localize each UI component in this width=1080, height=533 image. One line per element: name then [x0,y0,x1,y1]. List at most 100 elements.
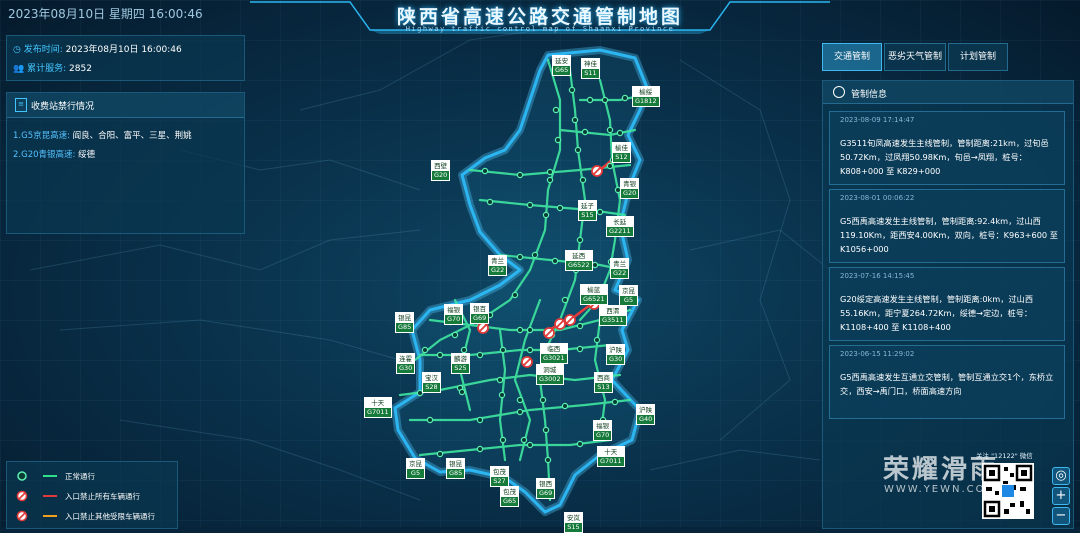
highway-node[interactable] [499,346,507,354]
highway-node[interactable] [616,129,624,137]
control-card[interactable]: 2023-06-15 11:29:02 G5西禹高速发生互通立交管制，管制互通立… [829,345,1065,419]
highway-node[interactable] [476,416,484,424]
highway-node[interactable] [486,198,494,206]
highway-sign[interactable]: 银昆 G85 [395,312,415,333]
highway-node[interactable] [421,346,429,354]
highway-sign[interactable]: 西渭 G3511 [599,305,627,326]
zoom-in-button[interactable]: + [1052,487,1070,505]
highway-sign[interactable]: 安岚 S15 [564,512,583,533]
highway-node[interactable] [511,291,519,299]
highway-node[interactable] [552,106,560,114]
highway-sign[interactable]: 十天 G7011 [364,397,392,418]
highway-sign[interactable]: 临西 G3021 [540,343,568,364]
highway-node[interactable] [574,146,582,154]
highway-node[interactable] [458,388,466,396]
highway-node[interactable] [579,176,587,184]
highway-sign[interactable]: 延安 G65 [552,55,572,76]
highway-node[interactable] [561,402,569,410]
highway-node[interactable] [593,336,601,344]
highway-node[interactable] [436,450,444,458]
highway-sign[interactable]: 连霍 G30 [396,353,416,374]
highway-node[interactable] [460,346,468,354]
highway-node[interactable] [621,94,629,102]
highway-node[interactable] [542,426,550,434]
highway-node[interactable] [526,201,534,209]
highway-sign[interactable]: 青银 G20 [620,178,640,199]
highway-sign[interactable]: 福银 G70 [593,420,613,441]
highway-node[interactable] [436,351,444,359]
highway-sign[interactable]: 长延 G2211 [606,216,634,237]
tab-traffic-control[interactable]: 交通管制 [822,43,882,71]
highway-sign[interactable]: 银昆 G85 [446,458,466,479]
highway-node[interactable] [526,346,534,354]
zoom-out-button[interactable]: − [1052,507,1070,525]
highway-node[interactable] [526,326,534,334]
highway-sign[interactable]: 神佳 S11 [581,58,600,79]
highway-node[interactable] [568,86,576,94]
highway-sign[interactable]: 榆绥 G1812 [632,86,660,107]
highway-sign[interactable]: 麟游 S25 [451,353,470,374]
highway-node[interactable] [544,456,552,464]
highway-node[interactable] [576,440,584,448]
highway-node[interactable] [539,396,547,404]
tab-weather-control[interactable]: 恶劣天气管制 [884,43,946,71]
highway-node[interactable] [516,253,524,261]
highway-node[interactable] [499,436,507,444]
highway-node[interactable] [451,331,459,339]
highway-sign[interactable]: 西商 S13 [594,372,613,393]
highway-node[interactable] [516,326,524,334]
highway-node[interactable] [496,376,504,384]
highway-sign[interactable]: 银西 G69 [536,478,556,499]
highway-node[interactable] [520,436,528,444]
tab-planned-control[interactable]: 计划管制 [948,43,1008,71]
highway-node[interactable] [476,351,484,359]
highway-node[interactable] [606,162,614,170]
highway-sign[interactable]: 青兰 G22 [488,255,508,276]
highway-sign[interactable]: 京昆 G5 [406,458,425,479]
highway-sign[interactable]: 银百 G69 [470,303,490,324]
highway-sign[interactable]: 沪陕 G30 [606,344,626,365]
highway-node[interactable] [596,208,604,216]
highway-sign[interactable]: 延子 S15 [578,200,597,221]
highway-node[interactable] [581,128,589,136]
highway-node[interactable] [426,416,434,424]
highway-node[interactable] [586,96,594,104]
qr-code[interactable] [982,463,1034,519]
highway-node[interactable] [561,296,569,304]
highway-node[interactable] [481,167,489,175]
highway-node[interactable] [546,168,554,176]
highway-node[interactable] [554,136,562,144]
highway-sign[interactable]: 榆蓝 G6521 [580,284,608,305]
highway-sign[interactable]: 洞城 G3002 [536,364,564,385]
highway-sign[interactable]: 沪陕 G40 [636,404,656,425]
highway-sign[interactable]: 青兰 G22 [610,258,630,279]
highway-node[interactable] [556,204,564,212]
highway-sign[interactable]: 包茂 S27 [490,466,509,487]
highway-node[interactable] [531,251,539,259]
highway-node[interactable] [516,396,524,404]
highway-node[interactable] [591,261,599,269]
highway-node[interactable] [576,236,584,244]
highway-node[interactable] [516,408,524,416]
control-card[interactable]: 2023-08-01 00:06:22 G5西禹高速发生主线管制，管制距离:92… [829,189,1065,263]
highway-sign[interactable]: 榆佳 S12 [612,142,631,163]
highway-sign[interactable]: 京昆 G5 [619,285,638,306]
highway-node[interactable] [476,445,484,453]
control-card[interactable]: 2023-08-09 17:14:47 G3511旬凤高速发生主线管制，管制距离… [829,111,1065,185]
highway-sign[interactable]: 包茂 G65 [500,486,520,507]
locate-button[interactable]: ◎ [1052,467,1070,485]
highway-sign[interactable]: 延西 G6522 [565,250,593,271]
highway-node[interactable] [498,391,506,399]
highway-node[interactable] [611,398,619,406]
highway-node[interactable] [516,171,524,179]
highway-node[interactable] [542,211,550,219]
highway-node[interactable] [601,96,609,104]
highway-node[interactable] [576,322,584,330]
highway-node[interactable] [526,441,534,449]
highway-sign[interactable]: 十天 G7011 [597,446,625,467]
highway-node[interactable] [576,345,584,353]
highway-sign[interactable]: 宝汉 S28 [422,372,441,393]
highway-sign[interactable]: 福银 G70 [444,304,464,325]
control-card[interactable]: 2023-07-16 14:15:45 G20绥定高速发生主线管制，管制距离:0… [829,267,1065,341]
highway-node[interactable] [546,176,554,184]
